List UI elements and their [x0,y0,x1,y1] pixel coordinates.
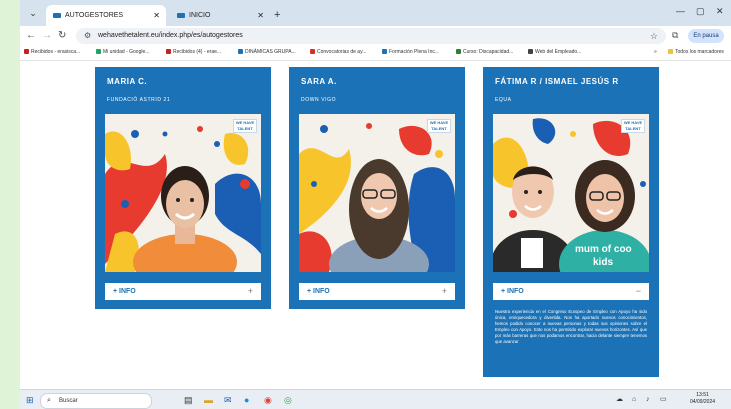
info-toggle[interactable]: + INFO + [105,283,261,300]
paint-splash-illustration [105,114,261,272]
profile-photo: WE HAVE TALENT [105,114,261,272]
windows-start-icon[interactable]: ⊞ [26,394,34,406]
site-info-icon[interactable]: ⚙ [84,29,91,43]
address-bar-row: ← → ↻ ⚙ wehavethetalent.eu/index.php/es/… [20,26,731,46]
bookmark-item[interactable]: Web del Empleado... [528,49,581,55]
folder-icon [668,49,673,55]
bookmark-item[interactable]: Recibidos (4) - erae... [166,49,221,55]
close-tab-icon[interactable]: ✕ [153,5,160,26]
more-bookmarks-icon[interactable]: » [654,49,657,55]
tab-autogestores[interactable]: AUTOGESTORES ✕ [46,5,166,26]
globe-icon [528,49,533,55]
clock[interactable]: 13:51 04/09/2024 [690,392,715,406]
bookmark-item[interactable]: Formación Plena Inc... [382,49,439,55]
card-description: Nuestra experiencia en el Congreso Europ… [495,309,647,345]
svg-text:mum of coo: mum of coo [575,244,632,255]
network-icon[interactable]: ⌂ [632,394,636,406]
drive-icon [96,49,101,55]
expand-icon: + [247,286,253,296]
maximize-icon[interactable]: ▢ [696,6,705,17]
url-text[interactable]: wehavethetalent.eu/index.php/es/autogest… [98,28,243,44]
site-icon [456,49,461,55]
document-icon [238,49,243,55]
battery-icon[interactable]: ▭ [660,394,667,406]
site-icon [310,49,315,55]
taskbar-search[interactable]: ⌕ Buscar [40,393,152,409]
file-explorer-icon[interactable]: ▬ [204,394,213,406]
info-label: + INFO [501,288,524,295]
card-organization: FUNDACIÓ ASTRID 21 [107,97,171,103]
minimize-icon[interactable]: — [676,6,685,16]
search-icon: ⌕ [47,397,51,404]
bookmark-item[interactable]: Curso: Discapacidad... [456,49,513,55]
profile-photo: WE HAVE TALENT [299,114,455,272]
page-content: MARIA C. FUNDACIÓ ASTRID 21 WE HAVE TALE… [20,61,731,389]
bookmarks-bar: Recibidos - erasisca... Mi unidad - Goog… [20,46,731,61]
paint-splash-illustration [299,114,455,272]
site-favicon-icon [53,13,61,18]
close-window-icon[interactable]: ✕ [716,6,724,17]
volume-icon[interactable]: ♪ [646,394,650,406]
card-organization: EQUA [495,97,512,103]
talent-logo: WE HAVE TALENT [427,119,451,133]
all-bookmarks[interactable]: Todos los marcadores [668,49,724,55]
url-field[interactable]: ⚙ wehavethetalent.eu/index.php/es/autoge… [76,28,666,44]
card-organization: DOWN VIGO [301,97,337,103]
pause-label: En pausa [693,33,719,39]
edge-icon[interactable]: ● [244,394,249,406]
paint-splash-illustration: mum of coo kids [493,114,649,272]
bookmark-item[interactable]: Convocatorias de ay... [310,49,366,55]
tab-label: AUTOGESTORES [65,12,124,19]
talent-logo: WE HAVE TALENT [233,119,257,133]
svg-text:kids: kids [593,257,613,268]
extensions-icon[interactable]: ⧉ [672,30,678,41]
info-label: + INFO [307,288,330,295]
gmail-icon [166,49,171,55]
info-toggle[interactable]: + INFO − [493,283,649,300]
card-name: FÁTIMA R / ISMAEL JESÚS R [495,77,619,86]
talent-logo: WE HAVE TALENT [621,119,645,133]
expand-icon: + [441,286,447,296]
bookmark-star-icon[interactable]: ☆ [650,28,658,44]
screen: ⌄ AUTOGESTORES ✕ INICIO ✕ + — ▢ ✕ ← → ↻ … [20,0,731,409]
collapse-icon: − [635,286,641,296]
whatsapp-icon[interactable]: ◎ [284,394,292,406]
bookmark-item[interactable]: Recibidos - erasisca... [24,49,80,55]
taskbar: ⊞ ⌕ Buscar ▤ ▬ ✉ ● ◉ ◎ ☁ ⌂ ♪ ▭ 13:51 04/… [20,389,731,409]
profile-card: SARA A. DOWN VIGO WE HAVE TALENT + INFO … [289,67,465,309]
clock-time: 13:51 [696,392,709,398]
chrome-icon[interactable]: ◉ [264,394,272,406]
profile-pause-button[interactable]: En pausa [688,29,724,43]
profile-card: FÁTIMA R / ISMAEL JESÚS R EQUA mum of co… [483,67,659,377]
bookmark-item[interactable]: Mi unidad - Google... [96,49,149,55]
site-favicon-icon [177,13,185,18]
reload-icon[interactable]: ↻ [58,29,66,43]
site-icon [382,49,387,55]
search-placeholder: Buscar [59,398,78,404]
close-tab-icon[interactable]: ✕ [257,5,264,26]
card-name: SARA A. [301,77,337,86]
tab-search-icon[interactable]: ⌄ [26,7,40,19]
weather-icon[interactable]: ☁ [616,394,623,406]
forward-icon[interactable]: → [42,29,52,43]
gmail-icon [24,49,29,55]
profile-photo: mum of coo kids WE HAVE TALENT [493,114,649,272]
mail-icon[interactable]: ✉ [224,394,232,406]
clock-date: 04/09/2024 [690,399,716,405]
back-icon[interactable]: ← [26,29,36,43]
tab-label: INICIO [189,12,211,19]
info-label: + INFO [113,288,136,295]
profile-card: MARIA C. FUNDACIÓ ASTRID 21 WE HAVE TALE… [95,67,271,309]
task-view-icon[interactable]: ▤ [184,394,193,406]
new-tab-button[interactable]: + [274,5,280,26]
tab-inicio[interactable]: INICIO ✕ [170,5,270,26]
info-toggle[interactable]: + INFO + [299,283,455,300]
tab-bar: ⌄ AUTOGESTORES ✕ INICIO ✕ + — ▢ ✕ [20,0,731,26]
card-name: MARIA C. [107,77,148,86]
bookmark-item[interactable]: DINÁMICAS GRUPA... [238,49,296,55]
